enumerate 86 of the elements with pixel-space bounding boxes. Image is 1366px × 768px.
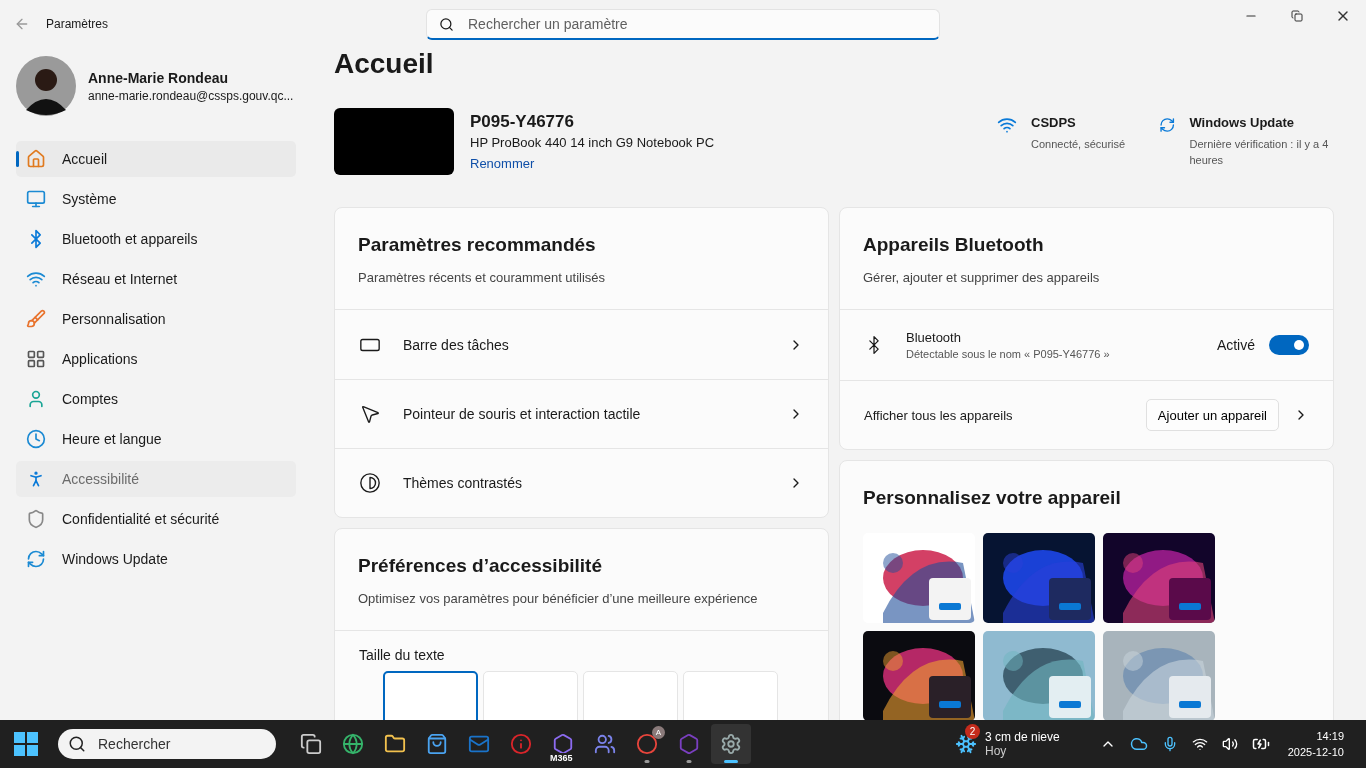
window-title: Paramètres [46,17,109,31]
hexagon-icon [678,733,700,755]
app-badge: A [652,726,665,739]
sidebar-item[interactable]: Réseau et Internet [16,261,296,297]
sidebar-item[interactable]: Comptes [16,381,296,417]
taskbar-search-input[interactable]: Rechercher [96,735,236,753]
app-label: M365 [549,753,574,763]
toggle-state: Activé [1216,337,1255,353]
taskbar-app-button[interactable] [711,724,751,764]
brush-icon [26,309,46,329]
sidebar-item[interactable]: Confidentialité et sécurité [16,501,296,537]
windows-icon [300,733,322,755]
status-detail: Dernière vérification : il y a 4 heures [1189,137,1330,168]
mail-icon [468,733,490,755]
restore-icon [1291,10,1303,22]
setting-link[interactable]: Barre des tâches [403,336,766,353]
setting-link[interactable]: Thèmes contrastés [403,475,766,491]
info-icon [510,733,532,755]
sidebar-item[interactable]: Bluetooth et appareils [16,221,296,257]
status-detail: Connecté, sécurisé [1031,137,1126,152]
sidebar-item[interactable]: Système [16,181,296,217]
people-icon [594,733,616,755]
refresh-icon [26,549,46,569]
windows-logo-icon[interactable] [14,732,38,756]
card-title: Personnalisez votre appareil [863,487,1122,509]
card-title: Appareils Bluetooth [863,234,1045,256]
clock-time[interactable]: 14:19 [1287,728,1344,744]
taskbar-search-field[interactable]: Rechercher [58,729,276,759]
rename-link[interactable]: Renommer [470,155,535,171]
bluetooth-toggle[interactable] [1269,335,1309,355]
grid-icon [26,349,46,369]
taskbar-app-button[interactable]: M365 [543,724,583,764]
wifi-icon[interactable] [1191,736,1208,752]
sidebar-item[interactable]: Accessibilité [16,461,296,497]
bluetooth-detail: Détectable sous le nom « P095-Y46776 » [906,348,1111,360]
card-subtitle: Gérer, ajouter et supprimer des appareils [863,270,1101,285]
device-model: HP ProBook 440 14 inch G9 Notebook PC [470,134,715,150]
status-title: Windows Update [1189,115,1296,130]
page-title: Accueil [334,48,435,80]
user-name: Anne-Marie Rondeau [88,69,229,86]
monitor-icon [26,189,46,209]
folder-icon [384,733,406,755]
pointer-icon [359,403,381,425]
sidebar-item[interactable]: Accueil [16,141,296,177]
shield-icon [26,509,46,529]
contrast-icon [359,472,381,494]
search-field[interactable]: Rechercher un paramètre [426,9,940,40]
clock-date[interactable]: 2025-12-10 [1287,744,1344,760]
add-device-button[interactable]: Ajouter un appareil [1145,399,1279,431]
sidebar-item[interactable]: Heure et langue [16,421,296,457]
notification-badge: 2 [965,724,980,739]
setting-link[interactable]: Pointeur de souris et interaction tactile [403,406,766,422]
device-name: P095-Y46776 [470,111,575,132]
wifi-icon [26,269,46,289]
bluetooth-label: Bluetooth [906,330,962,345]
avatar [16,56,76,116]
person-icon [26,389,46,409]
weather-title: 3 cm de nieve [985,730,1060,744]
card-subtitle: Paramètres récents et couramment utilisés [358,270,607,285]
cloud-icon[interactable] [1129,735,1148,753]
card-subtitle: Optimisez vos paramètres pour bénéficier d’une meilleure expérience [358,591,759,606]
card-title: Paramètres recommandés [358,234,597,256]
wifi-icon [997,115,1017,135]
sidebar-item[interactable]: Windows Update [16,541,296,577]
show-all-label[interactable]: Afficher tous les appareils [864,407,1013,423]
home-icon [26,149,46,169]
hexagon-icon [552,733,574,755]
refresh-icon [1159,115,1176,135]
status-title: CSDPS [1031,115,1077,130]
card-title: Préférences d’accessibilité [358,555,603,577]
search-icon [439,16,454,32]
user-email: anne-marie.rondeau@cssps.gouv.qc... [88,88,294,103]
search-input[interactable]: Rechercher un paramètre [466,15,927,33]
text-size-option[interactable] [383,671,478,720]
clock-icon [26,429,46,449]
weather-detail: Hoy [985,744,1008,758]
sidebar-item[interactable]: Personnalisation [16,301,296,337]
globe-icon [342,733,364,755]
sidebar-item[interactable]: Applications [16,341,296,377]
settings-icon [720,733,742,755]
bag-icon [426,733,448,755]
volume-icon[interactable] [1221,736,1238,752]
text-size-label: Taille du texte [359,647,446,663]
circle-icon [636,733,658,755]
search-icon [68,735,86,753]
taskbar-app-button[interactable]: A [627,724,667,764]
